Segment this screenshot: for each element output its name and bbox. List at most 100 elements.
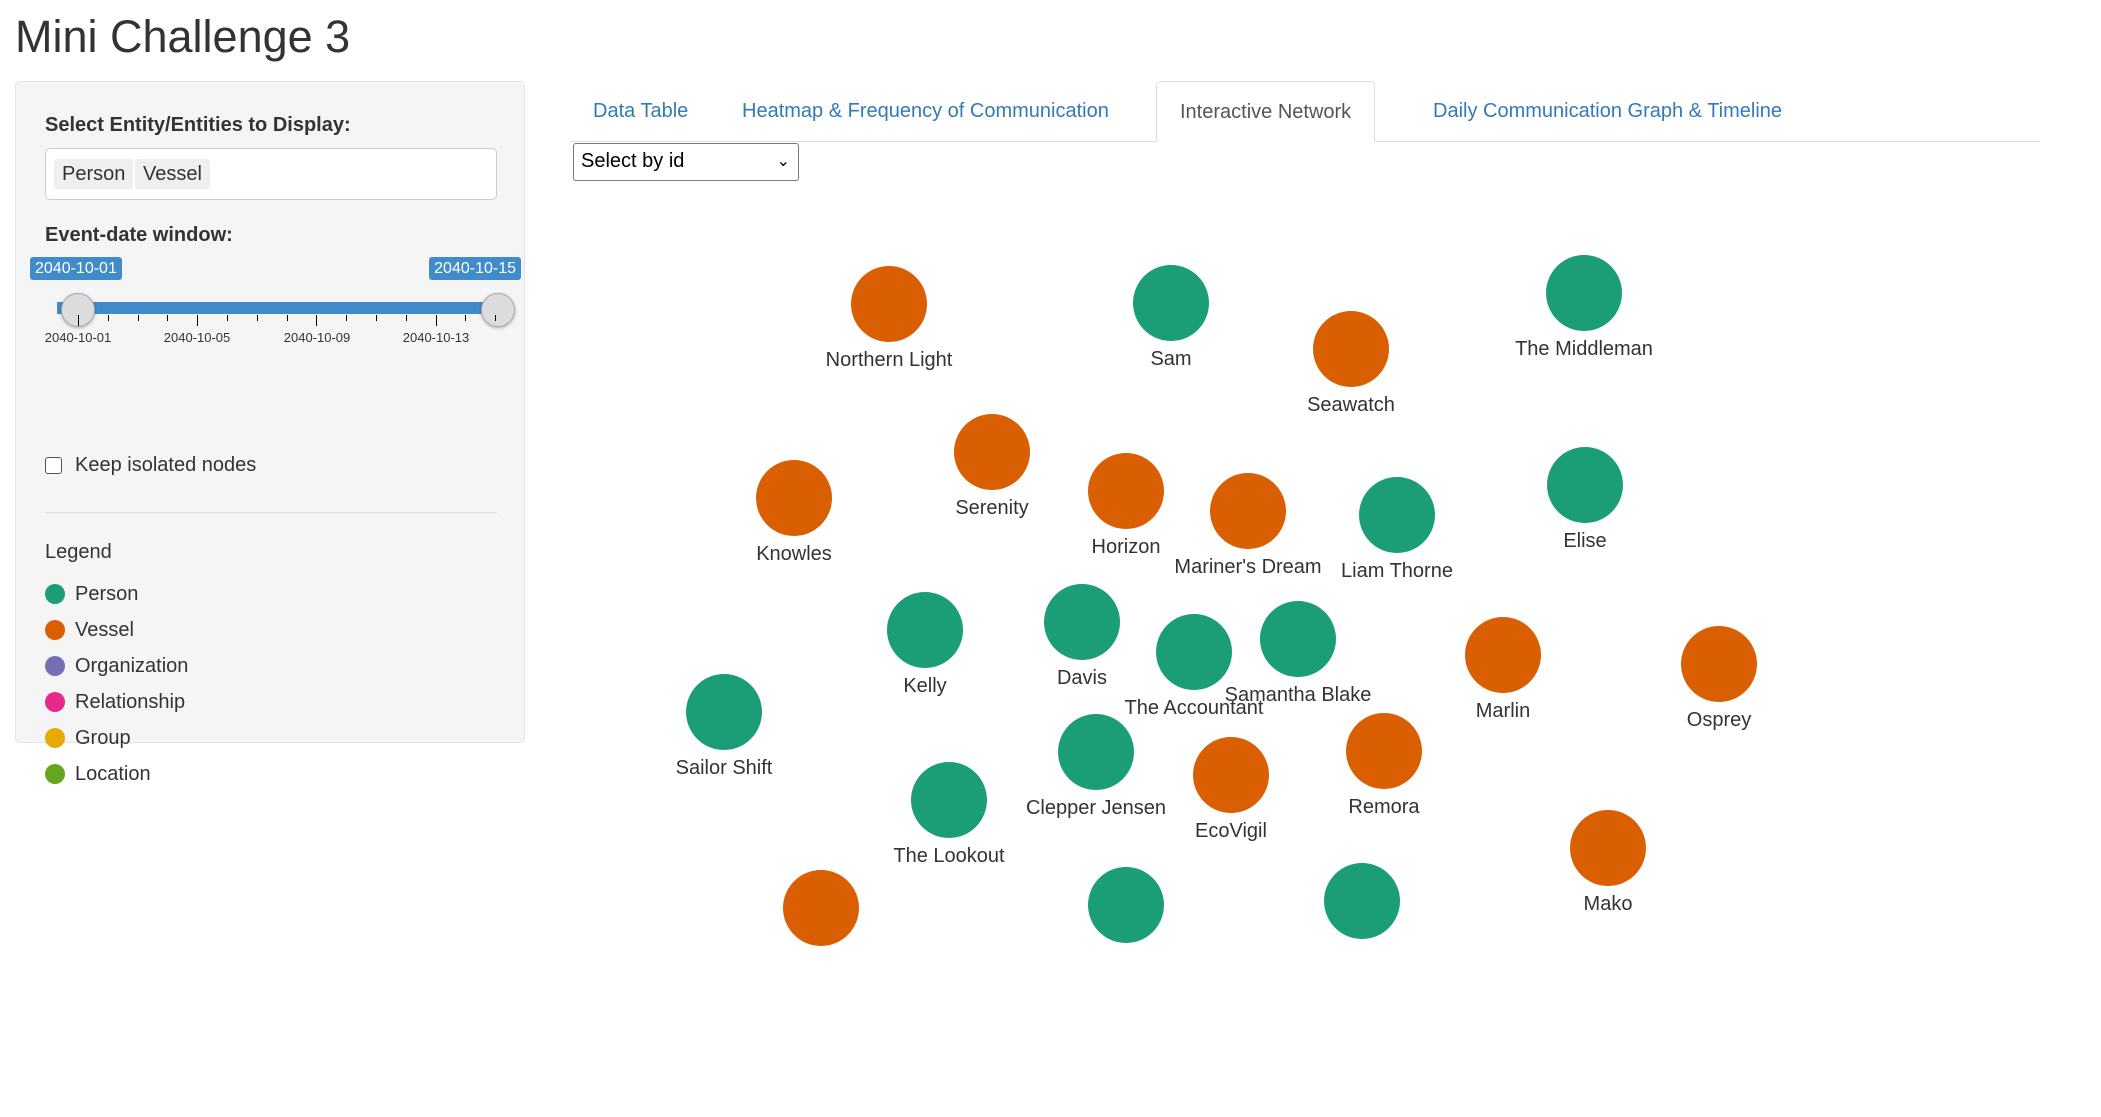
network-node-circle[interactable]	[1156, 614, 1232, 690]
slider-start-badge: 2040-10-01	[30, 257, 122, 280]
select-by-id-dropdown[interactable]: Select by id ⌄	[573, 143, 799, 181]
slider-tick	[435, 315, 437, 326]
legend-item-relationship: Relationship	[45, 688, 185, 716]
network-node-circle[interactable]	[1547, 447, 1623, 523]
network-node-circle[interactable]	[1546, 255, 1622, 331]
network-node-label: The Lookout	[893, 845, 1005, 867]
network-node-elise[interactable]: Elise	[1547, 447, 1623, 552]
network-node-samantha-blake[interactable]: Samantha Blake	[1225, 601, 1372, 706]
network-graph[interactable]: Northern Light Sam The Middleman Seawatch Se…	[572, 190, 2022, 1117]
legend-dot-icon	[45, 656, 65, 676]
network-node-circle[interactable]	[1133, 265, 1209, 341]
legend-dot-icon	[45, 692, 65, 712]
tab-bar: Data Table Heatmap & Frequency of Commun…	[570, 81, 2040, 142]
network-node-circle[interactable]	[1088, 453, 1164, 529]
network-canvas[interactable]: Northern Light Sam The Middleman Seawatch Se…	[572, 190, 2022, 1117]
network-node-label: Elise	[1563, 530, 1606, 552]
network-node-mariner-s-dream[interactable]: Mariner's Dream	[1174, 473, 1322, 578]
network-node-label: Sailor Shift	[676, 757, 773, 779]
network-node-circle[interactable]	[1193, 737, 1269, 813]
network-node-label: Knowles	[756, 543, 832, 565]
network-node-ecovigil[interactable]: EcoVigil	[1193, 737, 1269, 842]
network-node-circle[interactable]	[1058, 714, 1134, 790]
legend-item-group: Group	[45, 724, 131, 752]
network-node-circle[interactable]	[1088, 867, 1164, 943]
network-node-circle[interactable]	[1681, 626, 1757, 702]
tab-daily-communication[interactable]: Daily Communication Graph & Timeline	[1410, 81, 1805, 141]
chevron-down-icon: ⌄	[776, 153, 790, 170]
legend-dot-icon	[45, 620, 65, 640]
network-node-serenity[interactable]: Serenity	[954, 414, 1030, 519]
entity-chip-person[interactable]: Person	[54, 159, 134, 189]
slider-selected-range[interactable]	[57, 302, 497, 314]
network-node-remora[interactable]: Remora	[1346, 713, 1422, 818]
network-node-osprey[interactable]: Osprey	[1681, 626, 1757, 731]
network-node-clepper-jensen[interactable]: Clepper Jensen	[1026, 714, 1166, 819]
network-node-sam[interactable]: Sam	[1133, 265, 1209, 370]
network-node-label: Remora	[1348, 796, 1420, 818]
network-node-northern-light[interactable]: Northern Light	[826, 266, 953, 371]
network-node-kelly[interactable]: Kelly	[887, 592, 963, 697]
network-node-circle[interactable]	[851, 266, 927, 342]
date-window-label: Event-date window:	[45, 224, 233, 246]
network-node-circle[interactable]	[1260, 601, 1336, 677]
network-node-circle[interactable]	[1324, 863, 1400, 939]
network-node-marlin[interactable]: Marlin	[1465, 617, 1541, 722]
network-node-knowles[interactable]: Knowles	[756, 460, 832, 565]
network-node-unlabeled-23[interactable]	[1088, 867, 1164, 943]
date-range-slider[interactable]: 2040-10-01 2040-10-15 2040-10-01 2040-10…	[30, 257, 521, 377]
legend-item-vessel: Vessel	[45, 616, 134, 644]
legend-dot-icon	[45, 764, 65, 784]
slider-tick	[465, 315, 467, 321]
network-node-circle[interactable]	[1359, 477, 1435, 553]
network-node-circle[interactable]	[1044, 584, 1120, 660]
network-node-the-lookout[interactable]: The Lookout	[893, 762, 1005, 867]
network-node-label: Serenity	[955, 497, 1028, 519]
network-node-label: Mariner's Dream	[1174, 556, 1321, 578]
network-node-circle[interactable]	[1570, 810, 1646, 886]
tab-heatmap[interactable]: Heatmap & Frequency of Communication	[719, 81, 1132, 141]
entity-multiselect[interactable]: Person Vessel	[45, 148, 497, 200]
network-node-sailor-shift[interactable]: Sailor Shift	[676, 674, 773, 779]
slider-end-handle[interactable]	[481, 293, 515, 327]
network-node-circle[interactable]	[686, 674, 762, 750]
slider-tick	[286, 315, 288, 321]
slider-tick-label: 2040-10-01	[44, 330, 112, 345]
network-node-circle[interactable]	[954, 414, 1030, 490]
network-node-circle[interactable]	[1313, 311, 1389, 387]
network-node-circle[interactable]	[783, 870, 859, 946]
keep-isolated-label: Keep isolated nodes	[75, 453, 257, 476]
legend-dot-icon	[45, 584, 65, 604]
network-node-circle[interactable]	[1346, 713, 1422, 789]
network-node-unlabeled-24[interactable]	[1324, 863, 1400, 939]
network-node-circle[interactable]	[911, 762, 987, 838]
legend-item-location: Location	[45, 760, 151, 788]
network-node-label: Liam Thorne	[1341, 560, 1453, 582]
network-node-circle[interactable]	[1465, 617, 1541, 693]
entity-chip-vessel[interactable]: Vessel	[135, 159, 210, 189]
network-node-seawatch[interactable]: Seawatch	[1307, 311, 1395, 416]
tab-data-table[interactable]: Data Table	[570, 81, 711, 141]
slider-end-badge: 2040-10-15	[429, 257, 521, 280]
network-node-label: Horizon	[1092, 536, 1161, 558]
network-node-label: Davis	[1057, 667, 1107, 689]
slider-tick	[405, 315, 407, 321]
tab-interactive-network[interactable]: Interactive Network	[1156, 81, 1376, 142]
network-node-liam-thorne[interactable]: Liam Thorne	[1341, 477, 1453, 582]
network-node-circle[interactable]	[887, 592, 963, 668]
network-node-horizon[interactable]: Horizon	[1088, 453, 1164, 558]
network-node-label: Kelly	[903, 675, 946, 697]
slider-tick-label: 2040-10-09	[283, 330, 351, 345]
keep-isolated-option[interactable]: Keep isolated nodes	[45, 452, 256, 478]
network-node-circle[interactable]	[1210, 473, 1286, 549]
page-title: Mini Challenge 3	[15, 11, 351, 62]
network-node-unlabeled-22[interactable]	[783, 870, 859, 946]
slider-tick	[376, 315, 377, 321]
legend-label: Vessel	[75, 618, 134, 641]
keep-isolated-checkbox[interactable]	[45, 456, 62, 474]
network-node-label: Sam	[1150, 348, 1191, 370]
network-node-mako[interactable]: Mako	[1570, 810, 1646, 915]
network-node-davis[interactable]: Davis	[1044, 584, 1120, 689]
network-node-circle[interactable]	[756, 460, 832, 536]
network-node-the-middleman[interactable]: The Middleman	[1515, 255, 1653, 360]
